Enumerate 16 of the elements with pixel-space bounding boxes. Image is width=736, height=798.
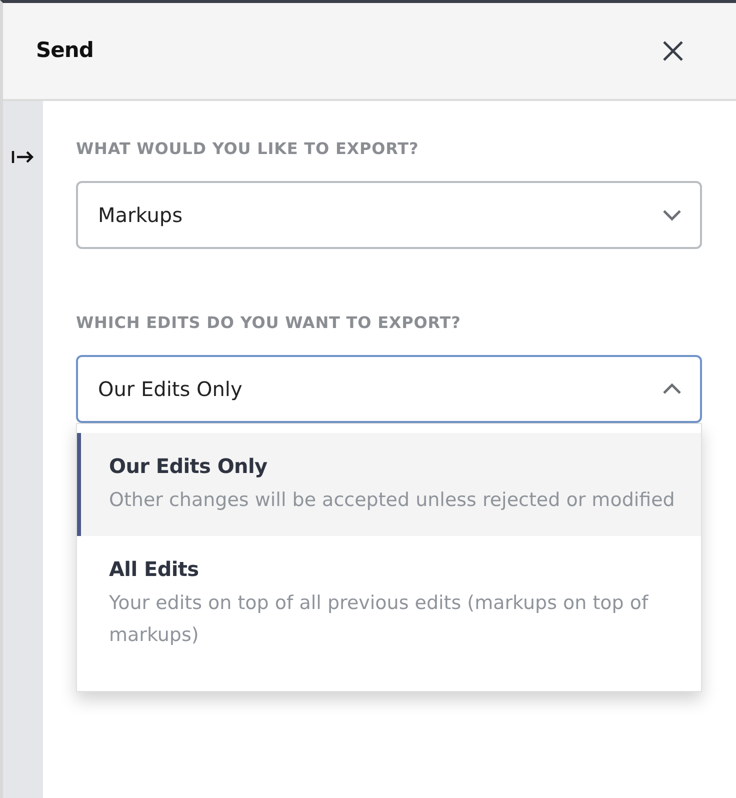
option-title: Our Edits Only: [109, 453, 268, 480]
option-description: Your edits on top of all previous edits (markups on top of markups): [109, 591, 650, 648]
expand-panel-icon[interactable]: [11, 149, 35, 165]
close-icon: [662, 40, 684, 62]
field-label: WHICH EDITS DO YOU WANT TO EXPORT?: [76, 312, 462, 334]
dropdown-option[interactable]: Our Edits Only Other changes will be accepted unless rejected or modified: [77, 433, 701, 536]
chevron-down-icon: [662, 209, 682, 221]
dropdown-select[interactable]: Our Edits Only: [76, 355, 702, 423]
dropdown-option[interactable]: All Edits Your edits on top of all previous edits (markups on top of markups): [77, 536, 701, 672]
panel-title: Send: [36, 37, 94, 64]
option-title: All Edits: [109, 556, 200, 584]
option-description: Other changes will be accepted unless rejected or modified: [109, 488, 676, 513]
chevron-up-icon: [662, 383, 682, 395]
close-button[interactable]: [662, 40, 684, 62]
dropdown-select[interactable]: Markups: [76, 181, 702, 249]
field-label: WHAT WOULD YOU LIKE TO EXPORT?: [76, 138, 420, 160]
